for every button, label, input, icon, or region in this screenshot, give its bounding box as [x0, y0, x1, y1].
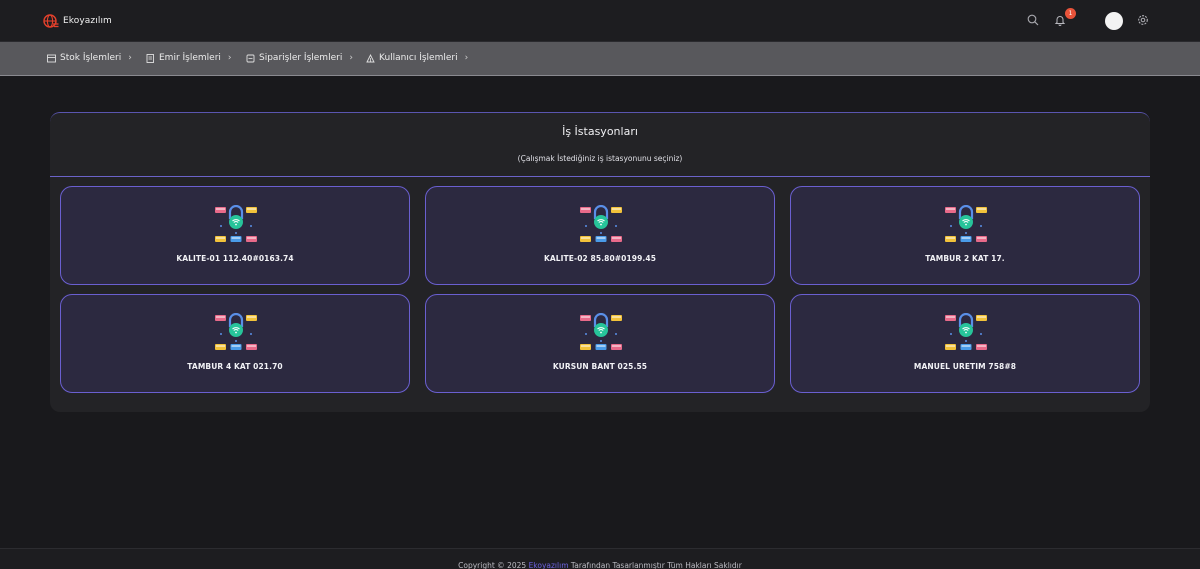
nav-item-label: Emir İşlemleri [159, 53, 221, 63]
nav-item-label: Stok İşlemleri [60, 53, 122, 63]
workstation-card[interactable]: MANUEL URETIM 758#8 [790, 294, 1140, 393]
nav-item-users[interactable]: Kullanıcı İşlemleri › [365, 53, 468, 63]
nav-item-orders-work[interactable]: Emir İşlemleri › [145, 53, 232, 63]
document-icon [145, 53, 155, 63]
chevron-right-icon: › [128, 53, 132, 63]
workstation-label: TAMBUR 2 KAT 17. [925, 254, 1005, 263]
workstation-label: KALITE-01 112.40#0163.74 [176, 254, 294, 263]
workstation-card[interactable]: TAMBUR 4 KAT 021.70 [60, 294, 410, 393]
workstation-card[interactable]: TAMBUR 2 KAT 17. [790, 186, 1140, 285]
workstation-label: KALITE-02 85.80#0199.45 [543, 254, 657, 263]
brand-logo[interactable]: Ekoyazılım [43, 13, 112, 29]
footer-brand-link[interactable]: Ekoyazılım [529, 561, 569, 569]
page-title: İş İstasyonları [562, 125, 638, 138]
globe-logo-icon [43, 14, 59, 28]
nav-item-label: Kullanıcı İşlemleri [379, 53, 458, 63]
workstation-card[interactable]: KALITE-01 112.40#0163.74 [60, 186, 410, 285]
box-icon [46, 53, 56, 63]
cart-icon [245, 53, 255, 63]
workstation-lock-icon [215, 205, 257, 242]
brand-name: Ekoyazılım [63, 16, 112, 26]
notification-badge: 1 [1065, 8, 1076, 19]
nav-item-stock[interactable]: Stok İşlemleri › [46, 53, 132, 63]
chevron-right-icon: › [349, 53, 353, 63]
workstations-panel: İş İstasyonları (Çalışmak İstediğiniz iş… [50, 112, 1150, 412]
chevron-right-icon: › [227, 53, 232, 63]
nav-item-sales-orders[interactable]: Siparişler İşlemleri › [245, 53, 353, 63]
workstation-lock-icon [580, 313, 622, 350]
workstation-lock-icon [580, 205, 622, 242]
main-nav: Stok İşlemleri › Emir İşlemleri › Sipari… [0, 42, 1200, 76]
top-bar: Ekoyazılım 1 [0, 0, 1200, 42]
avatar[interactable] [1105, 12, 1123, 30]
chevron-right-icon: › [464, 53, 469, 63]
panel-header: İş İstasyonları (Çalışmak İstediğiniz iş… [50, 113, 1150, 177]
workstation-label: TAMBUR 4 KAT 021.70 [187, 362, 283, 371]
footer: Copyright © 2025 Ekoyazılım Tarafından T… [0, 548, 1200, 569]
workstation-lock-icon [215, 313, 257, 350]
workstation-label: KURSUN BANT 025.55 [552, 362, 648, 371]
gear-icon[interactable] [1136, 13, 1150, 27]
page-subtitle: (Çalışmak İstediğiniz iş istasyonunu seç… [517, 154, 683, 163]
search-icon[interactable] [1026, 13, 1040, 27]
workstation-lock-icon [945, 205, 987, 242]
workstation-card[interactable]: KALITE-02 85.80#0199.45 [425, 186, 775, 285]
workstation-label: MANUEL URETIM 758#8 [913, 362, 1017, 371]
nav-item-label: Siparişler İşlemleri [259, 53, 343, 63]
users-icon [365, 53, 375, 63]
footer-copyright: Copyright © 2025 [458, 561, 527, 569]
workstation-card[interactable]: KURSUN BANT 025.55 [425, 294, 775, 393]
footer-rights: Tarafından Tasarlanmıştır Tüm Hakları Sa… [570, 561, 742, 569]
workstation-lock-icon [945, 313, 987, 350]
